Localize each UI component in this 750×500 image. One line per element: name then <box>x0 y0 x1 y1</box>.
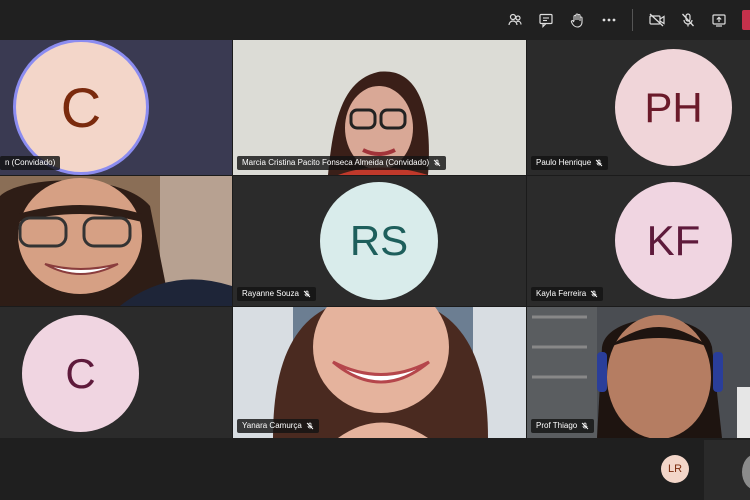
mic-off-icon <box>595 159 603 167</box>
avatar: C <box>22 315 139 432</box>
avatar: RS <box>320 182 438 300</box>
participant-tile-5[interactable]: RS Rayanne Souza <box>233 176 526 306</box>
participant-name: Prof Thiago <box>536 421 578 430</box>
participants-icon[interactable] <box>503 8 527 32</box>
participant-tile-9[interactable]: Prof Thiago <box>527 307 750 438</box>
toolbar-divider <box>632 9 633 31</box>
share-screen-icon[interactable] <box>707 8 731 32</box>
participant-name-label: Yanara Camurça <box>237 419 319 433</box>
video-feed-image <box>0 176 232 306</box>
more-icon[interactable] <box>597 8 621 32</box>
meeting-toolbar <box>0 0 750 40</box>
camera-off-icon[interactable] <box>645 8 669 32</box>
participant-name: Yanara Camurça <box>242 421 302 430</box>
self-avatar[interactable]: LR <box>661 455 689 483</box>
bottom-bar: LR <box>0 438 750 500</box>
participant-name: n (Convidado) <box>5 158 56 167</box>
video-feed-image <box>233 40 526 175</box>
participant-name: Paulo Henrique <box>536 158 592 167</box>
participant-tile-8[interactable]: Yanara Camurça <box>233 307 526 438</box>
participant-name-label: n (Convidado) <box>0 156 61 170</box>
avatar: C <box>16 42 146 172</box>
avatar: KF <box>615 182 732 299</box>
mic-off-icon <box>303 290 311 298</box>
self-video-image <box>742 455 750 489</box>
self-preview-tile[interactable] <box>704 440 750 500</box>
participant-name: Marcia Cristina Pacito Fonseca Almeida (… <box>242 158 430 167</box>
participant-tile-7[interactable]: C <box>0 307 232 438</box>
participant-tile-4[interactable] <box>0 176 232 306</box>
mic-off-icon <box>590 290 598 298</box>
participant-tile-2[interactable]: Marcia Cristina Pacito Fonseca Almeida (… <box>233 40 526 175</box>
raise-hand-icon[interactable] <box>565 8 589 32</box>
avatar: PH <box>615 49 732 166</box>
mic-off-icon <box>306 422 314 430</box>
mic-off-icon[interactable] <box>676 8 700 32</box>
participant-tile-6[interactable]: KF Kayla Ferreira <box>527 176 750 306</box>
participant-tile-3[interactable]: PH Paulo Henrique <box>527 40 750 175</box>
participant-name: Rayanne Souza <box>242 289 299 298</box>
video-grid: C n (Convidado) Marcia Cristina Pacito F… <box>0 40 750 438</box>
mic-off-icon <box>581 422 589 430</box>
mic-off-icon <box>433 159 441 167</box>
participant-name: Kayla Ferreira <box>536 289 587 298</box>
participant-tile-1[interactable]: C n (Convidado) <box>0 40 232 175</box>
chat-icon[interactable] <box>534 8 558 32</box>
participant-name-label: Marcia Cristina Pacito Fonseca Almeida (… <box>237 156 447 170</box>
participant-name-label: Prof Thiago <box>531 419 595 433</box>
participant-name-label: Paulo Henrique <box>531 156 609 170</box>
participant-name-label: Kayla Ferreira <box>531 287 604 301</box>
participant-name-label: Rayanne Souza <box>237 287 316 301</box>
leave-button[interactable] <box>742 10 750 30</box>
